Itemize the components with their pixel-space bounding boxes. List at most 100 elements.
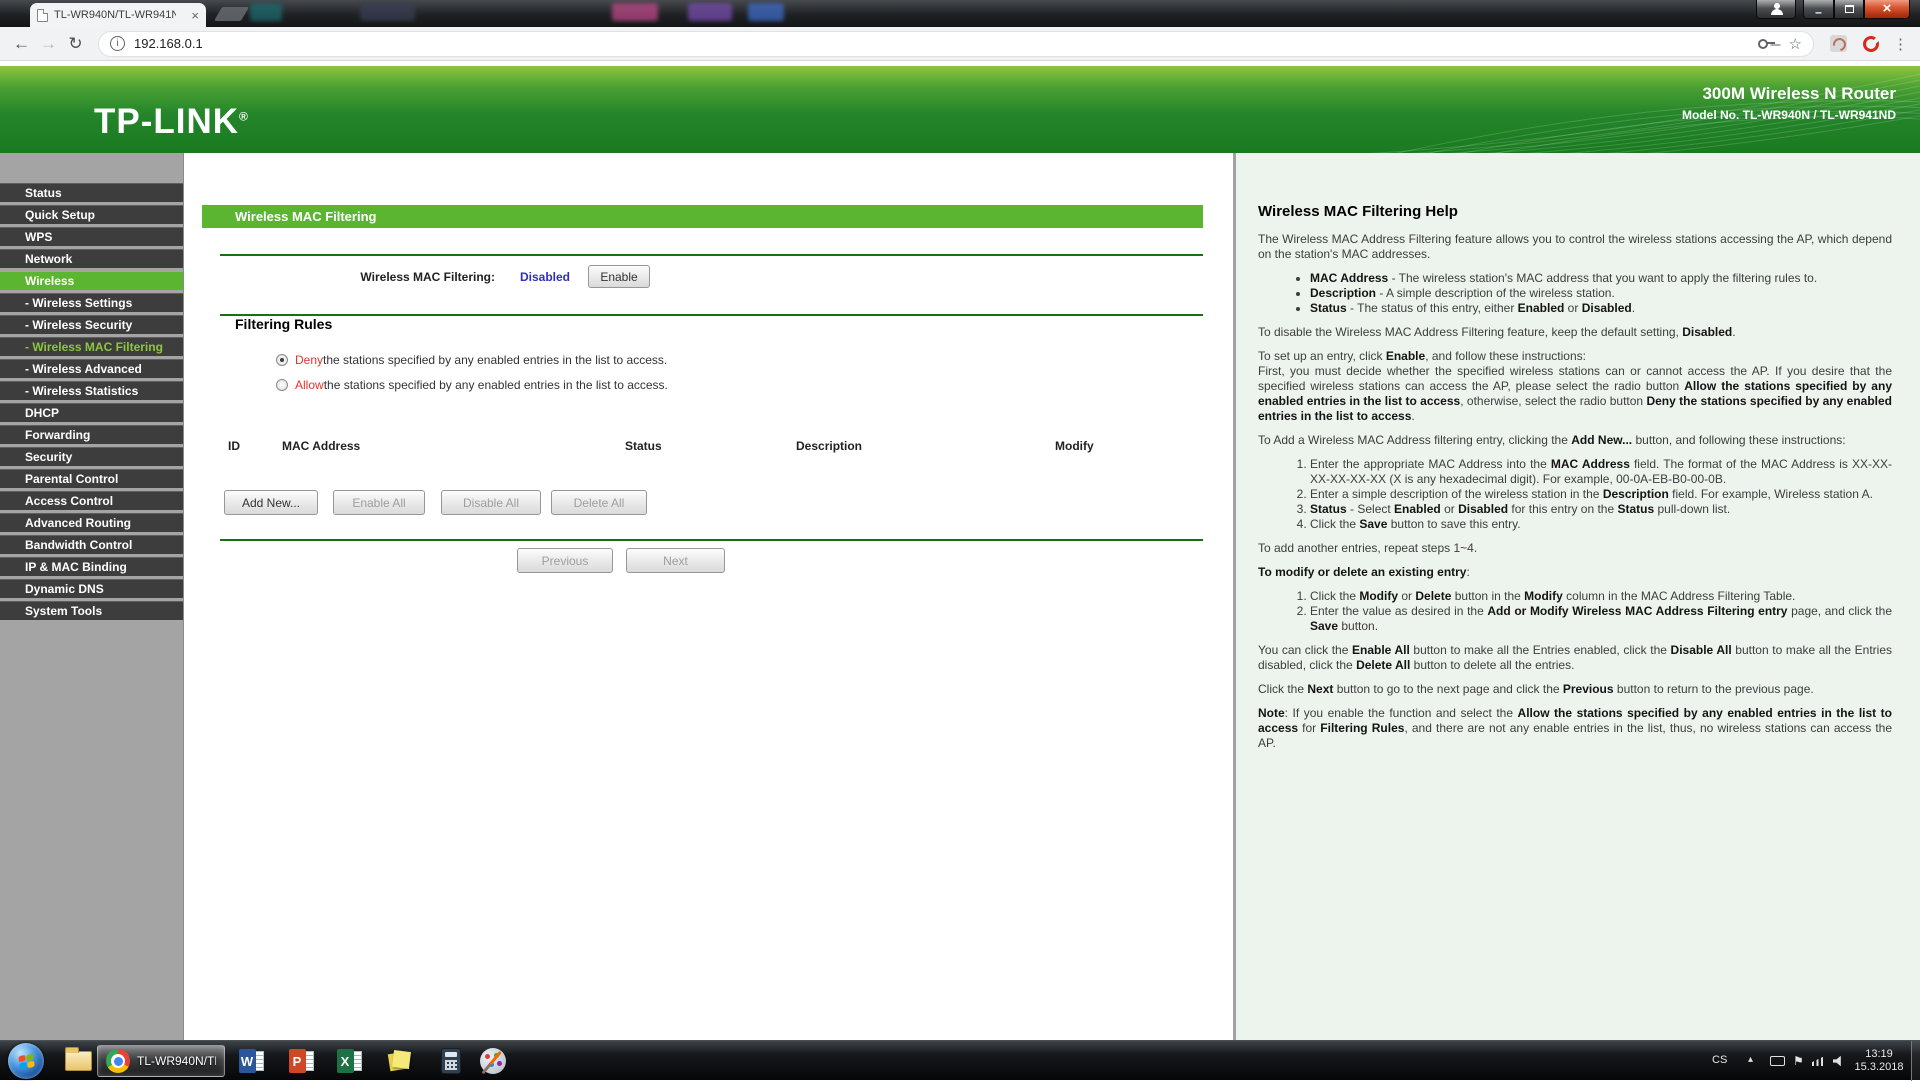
- disable-all-button[interactable]: Disable All: [441, 490, 541, 515]
- sidebar-item-label: IP & MAC Binding: [25, 560, 127, 574]
- forward-icon[interactable]: [35, 34, 62, 54]
- sidebar-item-dynamic-dns[interactable]: Dynamic DNS: [0, 579, 183, 598]
- sidebar-item-forwarding[interactable]: Forwarding: [0, 425, 183, 444]
- red-ring-extension-icon[interactable]: [1863, 35, 1879, 52]
- address-bar[interactable]: 192.168.0.1: [98, 30, 1814, 57]
- help-list-item: MAC Address - The wireless station's MAC…: [1310, 271, 1892, 286]
- browser-tab[interactable]: TL-WR940N/TL-WR941N: [30, 3, 206, 27]
- delete-all-button[interactable]: Delete All: [551, 490, 647, 515]
- taskbar-app-sticky-notes[interactable]: [379, 1045, 419, 1077]
- sidebar-item-parental-control[interactable]: Parental Control: [0, 469, 183, 488]
- site-header: TP-LINK® 300M Wireless N Router Model No…: [0, 66, 1920, 153]
- desktop-glass-blob: [360, 3, 415, 21]
- help-paragraph: To set up an entry, click Enable, and fo…: [1258, 349, 1586, 363]
- desktop-glass-blob: [250, 3, 282, 21]
- help-list-item: Status - The status of this entry, eithe…: [1310, 301, 1892, 316]
- tab-close-icon[interactable]: [191, 9, 199, 22]
- sidebar-item-wireless[interactable]: Wireless: [0, 271, 183, 290]
- sidebar-item-label: Forwarding: [25, 428, 91, 442]
- bookmark-star-icon[interactable]: [1789, 35, 1802, 53]
- help-paragraph: Note: If you enable the function and sel…: [1258, 706, 1893, 750]
- sidebar-item-status[interactable]: Status: [0, 183, 183, 202]
- radio-label: Allow: [295, 378, 324, 392]
- enable-button[interactable]: Enable: [588, 265, 650, 288]
- enable-all-button[interactable]: Enable All: [333, 490, 425, 515]
- sidebar-item-bandwidth-control[interactable]: Bandwidth Control: [0, 535, 183, 554]
- sidebar-item-label: Parental Control: [25, 472, 119, 486]
- add-new-button[interactable]: Add New...: [224, 490, 318, 515]
- excel-icon: X: [336, 1049, 362, 1073]
- taskbar-app-calculator[interactable]: [431, 1045, 471, 1077]
- desktop-glass-blob: [688, 3, 732, 21]
- network-icon[interactable]: [1811, 1056, 1825, 1066]
- divider-rule: [220, 254, 1203, 256]
- keyboard-icon[interactable]: [1770, 1056, 1785, 1066]
- previous-button[interactable]: Previous: [517, 548, 613, 573]
- sidebar-item-access-control[interactable]: Access Control: [0, 491, 183, 510]
- help-body: The Wireless MAC Address Filtering featu…: [1258, 232, 1892, 751]
- taskbar-app-chrome-window[interactable]: TL-WR940N/TL-...: [97, 1045, 225, 1077]
- calculator-icon: [441, 1048, 461, 1074]
- radio-allow[interactable]: [276, 379, 288, 391]
- tray-language-indicator[interactable]: CS: [1712, 1054, 1727, 1066]
- profile-icon[interactable]: [1756, 0, 1796, 19]
- reload-icon[interactable]: [62, 34, 89, 54]
- help-list-item: Enter a simple description of the wirele…: [1310, 487, 1892, 502]
- minimize-icon[interactable]: [1803, 0, 1834, 19]
- tray-clock[interactable]: 13:19 15.3.2018: [1846, 1048, 1912, 1074]
- sidebar: Status Quick Setup WPS Network Wireless - Wir…: [0, 153, 184, 1040]
- product-model: Model No. TL-WR940N / TL-WR941ND: [1681, 108, 1896, 122]
- flag-icon[interactable]: [1793, 1054, 1804, 1068]
- sidebar-item-advanced-routing[interactable]: Advanced Routing: [0, 513, 183, 532]
- new-tab-button[interactable]: [213, 7, 250, 21]
- acrobat-extension-icon[interactable]: [1830, 35, 1847, 52]
- sidebar-item-label: Access Control: [25, 494, 114, 508]
- sidebar-item-label: System Tools: [25, 604, 103, 618]
- sidebar-item-dhcp[interactable]: DHCP: [0, 403, 183, 422]
- tab-title: TL-WR940N/TL-WR941N: [54, 9, 176, 21]
- taskbar-app-file-explorer[interactable]: [58, 1045, 98, 1077]
- filtering-rules-heading: Filtering Rules: [235, 316, 333, 332]
- radio-row-deny: Deny the stations specified by any enabl…: [276, 352, 668, 368]
- sidebar-item-network[interactable]: Network: [0, 249, 183, 268]
- sidebar-item-wireless-statistics[interactable]: - Wireless Statistics: [0, 381, 183, 400]
- tray-date: 15.3.2018: [1854, 1061, 1904, 1073]
- help-paragraph: First, you must decide whether the speci…: [1258, 364, 1893, 423]
- close-icon[interactable]: [1864, 0, 1910, 19]
- url-text[interactable]: 192.168.0.1: [134, 36, 1758, 51]
- taskbar-app-paint[interactable]: [473, 1045, 513, 1077]
- sidebar-item-quick-setup[interactable]: Quick Setup: [0, 205, 183, 224]
- maximize-icon[interactable]: [1834, 0, 1864, 19]
- taskbar-app-powerpoint[interactable]: P: [281, 1045, 321, 1077]
- help-paragraph: To Add a Wireless MAC Address filtering …: [1258, 433, 1846, 447]
- sidebar-item-security[interactable]: Security: [0, 447, 183, 466]
- sidebar-item-ip-mac-binding[interactable]: IP & MAC Binding: [0, 557, 183, 576]
- help-paragraph: The Wireless MAC Address Filtering featu…: [1258, 232, 1892, 261]
- next-button[interactable]: Next: [626, 548, 725, 573]
- start-button[interactable]: [8, 1043, 44, 1079]
- sidebar-item-wireless-mac-filtering[interactable]: - Wireless MAC Filtering: [0, 337, 183, 356]
- help-title: Wireless MAC Filtering Help: [1258, 203, 1458, 220]
- sidebar-item-system-tools[interactable]: System Tools: [0, 601, 183, 620]
- sidebar-item-wireless-security[interactable]: - Wireless Security: [0, 315, 183, 334]
- radio-deny[interactable]: [276, 354, 288, 366]
- column-header-modify: Modify: [1055, 439, 1094, 453]
- window-controls: [1756, 0, 1910, 19]
- product-block: 300M Wireless N Router Model No. TL-WR94…: [1682, 84, 1896, 122]
- taskbar-app-word[interactable]: W: [231, 1045, 271, 1077]
- site-info-icon[interactable]: [110, 36, 125, 51]
- sidebar-item-wps[interactable]: WPS: [0, 227, 183, 246]
- hidden-icons-chevron[interactable]: [1748, 1054, 1753, 1065]
- show-desktop-button[interactable]: [1911, 1041, 1920, 1081]
- back-icon[interactable]: [8, 34, 35, 54]
- help-bullet-list: MAC Address - The wireless station's MAC…: [1258, 271, 1892, 316]
- browser-menu-icon[interactable]: [1893, 35, 1908, 53]
- taskbar-app-excel[interactable]: X: [329, 1045, 369, 1077]
- sidebar-item-wireless-advanced[interactable]: - Wireless Advanced: [0, 359, 183, 378]
- sidebar-item-label: - Wireless Security: [25, 318, 133, 332]
- taskbar-chrome-label: TL-WR940N/TL-...: [137, 1054, 216, 1068]
- sidebar-item-wireless-settings[interactable]: - Wireless Settings: [0, 293, 183, 312]
- volume-icon[interactable]: [1832, 1055, 1841, 1067]
- help-paragraph: To add another entries, repeat steps 1~4…: [1258, 541, 1478, 555]
- key-icon[interactable]: [1757, 39, 1775, 49]
